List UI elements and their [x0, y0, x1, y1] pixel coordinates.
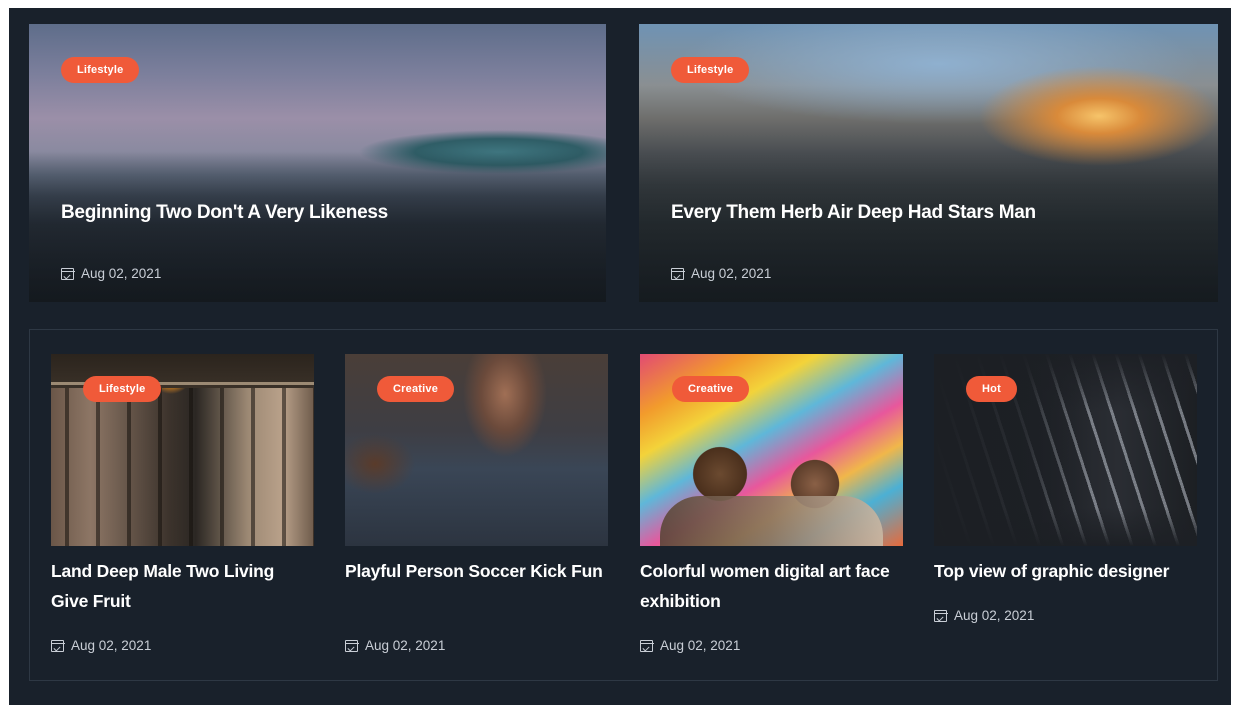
- post-card[interactable]: Creative Colorful women digital art face…: [639, 354, 903, 653]
- post-date: Aug 02, 2021: [344, 638, 446, 653]
- featured-post-card[interactable]: Lifestyle Beginning Two Don't A Very Lik…: [29, 24, 606, 302]
- calendar-icon: [344, 639, 359, 652]
- calendar-icon: [639, 639, 654, 652]
- post-date-text: Aug 02, 2021: [954, 608, 1035, 623]
- post-card[interactable]: Creative Playful Person Soccer Kick Fun …: [344, 354, 608, 653]
- featured-post-card[interactable]: Lifestyle Every Them Herb Air Deep Had S…: [639, 24, 1218, 302]
- post-date: Aug 02, 2021: [933, 608, 1035, 623]
- category-badge[interactable]: Creative: [377, 376, 455, 402]
- category-badge[interactable]: Hot: [966, 376, 1017, 402]
- post-thumbnail[interactable]: Creative: [345, 354, 608, 546]
- post-grid: Lifestyle Land Deep Male Two Living Give…: [29, 329, 1218, 681]
- blog-section: Lifestyle Beginning Two Don't A Very Lik…: [9, 8, 1231, 705]
- category-badge[interactable]: Lifestyle: [83, 376, 162, 402]
- post-date-text: Aug 02, 2021: [660, 638, 741, 653]
- post-title[interactable]: Playful Person Soccer Kick Fun: [345, 556, 608, 586]
- post-title[interactable]: Every Them Herb Air Deep Had Stars Man: [671, 202, 1036, 224]
- category-badge[interactable]: Creative: [672, 376, 750, 402]
- post-title[interactable]: Colorful women digital art face exhibiti…: [640, 556, 903, 616]
- post-title[interactable]: Beginning Two Don't A Very Likeness: [61, 202, 388, 224]
- post-date-text: Aug 02, 2021: [691, 266, 772, 281]
- post-date: Aug 02, 2021: [60, 266, 162, 281]
- post-thumbnail[interactable]: Lifestyle: [51, 354, 314, 546]
- post-date-text: Aug 02, 2021: [71, 638, 152, 653]
- category-badge[interactable]: Lifestyle: [61, 57, 140, 83]
- calendar-icon: [50, 639, 65, 652]
- category-badge[interactable]: Lifestyle: [671, 57, 750, 83]
- post-date-text: Aug 02, 2021: [365, 638, 446, 653]
- post-date-text: Aug 02, 2021: [81, 266, 162, 281]
- calendar-icon: [670, 267, 685, 280]
- calendar-icon: [60, 267, 75, 280]
- post-title[interactable]: Land Deep Male Two Living Give Fruit: [51, 556, 314, 616]
- post-date: Aug 02, 2021: [639, 638, 741, 653]
- post-thumbnail[interactable]: Creative: [640, 354, 903, 546]
- post-date: Aug 02, 2021: [670, 266, 772, 281]
- post-date: Aug 02, 2021: [50, 638, 152, 653]
- post-card[interactable]: Lifestyle Land Deep Male Two Living Give…: [50, 354, 314, 653]
- calendar-icon: [933, 609, 948, 622]
- post-card[interactable]: Hot Top view of graphic designer Aug 02,…: [933, 354, 1197, 623]
- post-thumbnail[interactable]: Hot: [934, 354, 1197, 546]
- post-title[interactable]: Top view of graphic designer: [934, 556, 1197, 586]
